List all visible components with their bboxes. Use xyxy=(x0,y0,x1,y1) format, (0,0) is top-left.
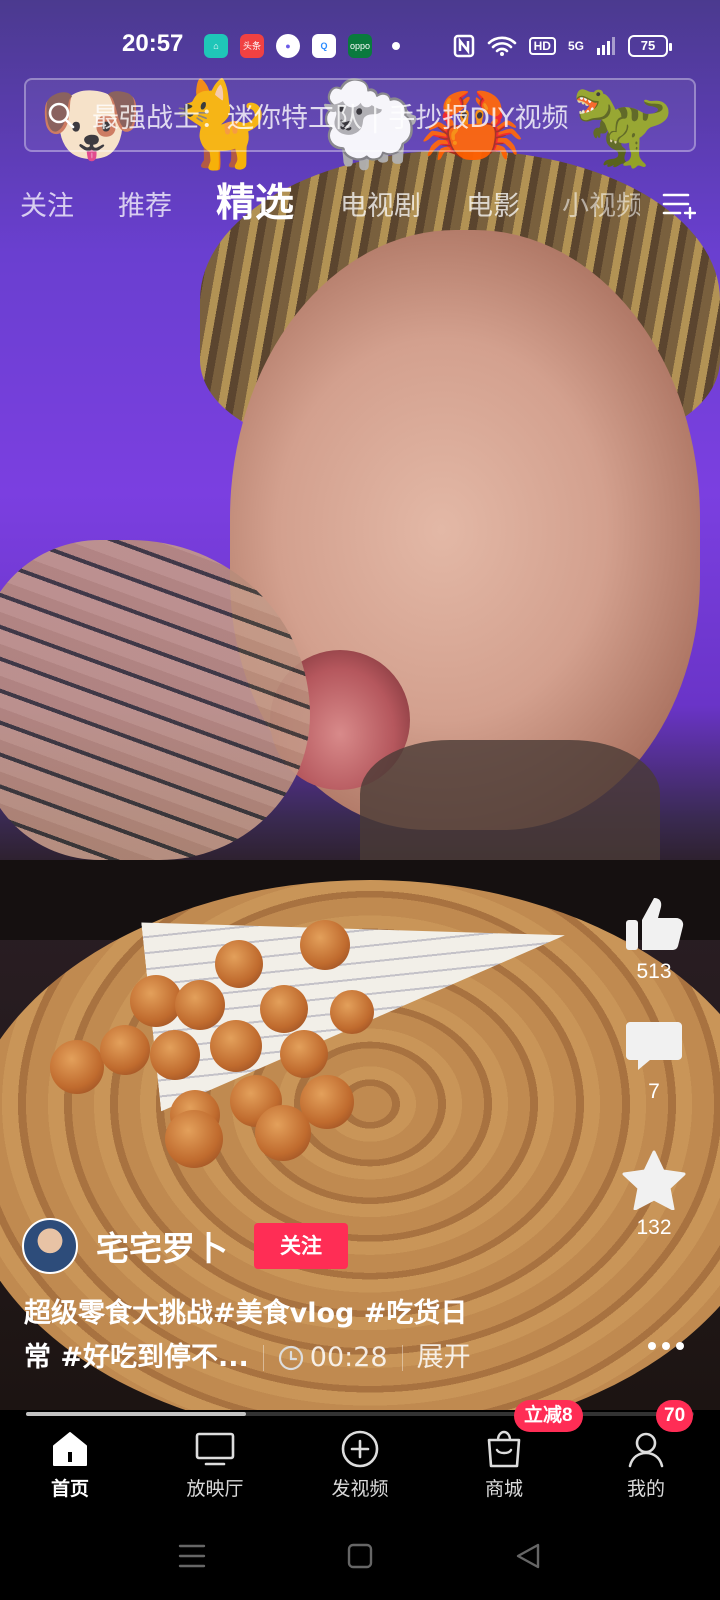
comment-icon xyxy=(626,1022,682,1070)
video-scene-snack xyxy=(255,1105,311,1161)
tab-short-videos[interactable]: 小视频 xyxy=(562,184,640,223)
home-system-icon[interactable] xyxy=(342,1540,378,1572)
video-caption[interactable]: 超级零食大挑战#美食vlog #吃货日 常 #好吃到停不... 00:28 展开 xyxy=(24,1292,584,1380)
star-icon xyxy=(622,1150,686,1210)
video-duration: 00:28 xyxy=(278,1336,388,1380)
caption-line-2-row: 常 #好吃到停不... 00:28 展开 xyxy=(24,1336,584,1380)
wifi-icon xyxy=(487,36,516,56)
home-icon xyxy=(53,1432,87,1466)
video-scene-snack xyxy=(330,990,374,1034)
follow-button[interactable]: 关注 xyxy=(254,1223,348,1269)
nav-profile[interactable]: 我的 xyxy=(586,1430,706,1501)
profile-icon xyxy=(628,1432,664,1468)
tab-menu-icon[interactable] xyxy=(662,190,696,220)
comment-count: 7 xyxy=(648,1080,660,1103)
more-dot-icon xyxy=(676,1342,684,1350)
video-progress-bar[interactable] xyxy=(26,1412,694,1416)
tab-movies[interactable]: 电影 xyxy=(466,184,520,223)
video-scene-snack xyxy=(280,1030,328,1078)
comment-button[interactable]: 7 xyxy=(618,1018,690,1104)
tab-recommended[interactable]: 推荐 xyxy=(118,184,172,223)
tab-following[interactable]: 关注 xyxy=(20,184,74,223)
add-video-icon xyxy=(341,1430,379,1468)
signal-bars-icon xyxy=(597,37,615,55)
system-nav-bar xyxy=(0,1512,720,1600)
profile-notification-badge: 70 xyxy=(656,1400,694,1432)
video-scene-snack xyxy=(150,1030,200,1080)
bottom-nav: 首页 放映厅 发视频 商城 我的 立减8 70 xyxy=(0,1400,720,1512)
home-app-icon: ⌂ xyxy=(204,34,228,58)
system-icons: HD 5G 75 xyxy=(453,34,672,58)
battery-icon: 75 xyxy=(628,35,672,57)
favorite-button[interactable]: 132 xyxy=(618,1150,690,1240)
more-dot-icon xyxy=(648,1342,656,1350)
video-scene-snack xyxy=(175,980,225,1030)
author-row: 宅宅罗卜 关注 xyxy=(22,1218,348,1274)
signal-label: 5G xyxy=(567,39,584,53)
favorite-count: 132 xyxy=(636,1216,672,1239)
nav-home-label: 首页 xyxy=(50,1478,89,1500)
nav-post-video-label: 发视频 xyxy=(331,1478,389,1500)
back-icon[interactable] xyxy=(510,1540,546,1572)
caption-line-2: 常 #好吃到停不... xyxy=(24,1342,249,1373)
nav-theater[interactable]: 放映厅 xyxy=(155,1430,275,1501)
category-tabs: 关注 推荐 精选 电视剧 电影 小视频 xyxy=(0,166,720,240)
oppo-app-icon: oppo xyxy=(348,34,372,58)
thumbs-up-icon xyxy=(626,898,684,950)
tv-icon xyxy=(195,1432,235,1466)
author-name[interactable]: 宅宅罗卜 xyxy=(96,1222,228,1270)
expand-caption-link[interactable]: 展开 xyxy=(417,1336,471,1380)
video-scene-snack xyxy=(50,1040,104,1094)
search-placeholder: 最强战士：迷你特工队 | 手抄报DIY视频 xyxy=(92,102,569,134)
tab-featured[interactable]: 精选 xyxy=(216,172,294,228)
more-dot-icon xyxy=(662,1342,670,1350)
search-icon xyxy=(48,102,75,129)
caption-divider xyxy=(401,1345,403,1371)
hd-label: HD xyxy=(528,37,556,55)
more-notifications-dot xyxy=(392,42,400,50)
nav-profile-label: 我的 xyxy=(626,1478,665,1500)
q-app-icon: Q xyxy=(312,34,336,58)
like-button[interactable]: 513 xyxy=(618,894,690,984)
notification-icons: ⌂ 头条 ● Q oppo xyxy=(204,34,400,58)
mall-discount-badge: 立减8 xyxy=(514,1400,583,1432)
circle-app-icon: ● xyxy=(276,34,300,58)
nav-mall-label: 商城 xyxy=(484,1478,523,1500)
toutiao-app-icon: 头条 xyxy=(240,34,264,58)
avatar[interactable] xyxy=(22,1218,78,1274)
more-options-button[interactable] xyxy=(642,1336,690,1356)
recent-apps-icon[interactable] xyxy=(174,1540,210,1572)
caption-divider xyxy=(262,1345,264,1371)
video-scene-snack xyxy=(260,985,308,1033)
duration-text: 00:28 xyxy=(309,1342,388,1373)
nfc-icon xyxy=(453,34,474,58)
tab-tv-series[interactable]: 电视剧 xyxy=(340,184,421,223)
clock-icon xyxy=(278,1345,303,1371)
caption-line-1: 超级零食大挑战#美食vlog #吃货日 xyxy=(24,1298,468,1329)
video-scene-snack xyxy=(300,920,350,970)
search-bar[interactable]: 最强战士：迷你特工队 | 手抄报DIY视频 xyxy=(24,78,696,152)
like-count: 513 xyxy=(636,960,672,983)
video-progress-fill xyxy=(26,1412,247,1416)
nav-post-video[interactable]: 发视频 xyxy=(300,1430,420,1501)
status-time: 20:57 xyxy=(122,30,184,57)
video-scene-snack xyxy=(100,1025,150,1075)
video-scene-snack xyxy=(215,940,263,988)
video-scene-snack xyxy=(165,1110,223,1168)
video-scene-snack xyxy=(210,1020,262,1072)
nav-home[interactable]: 首页 xyxy=(10,1430,130,1501)
nav-theater-label: 放映厅 xyxy=(186,1478,244,1500)
nav-mall[interactable]: 商城 xyxy=(444,1430,564,1501)
shopping-bag-icon xyxy=(487,1430,521,1468)
